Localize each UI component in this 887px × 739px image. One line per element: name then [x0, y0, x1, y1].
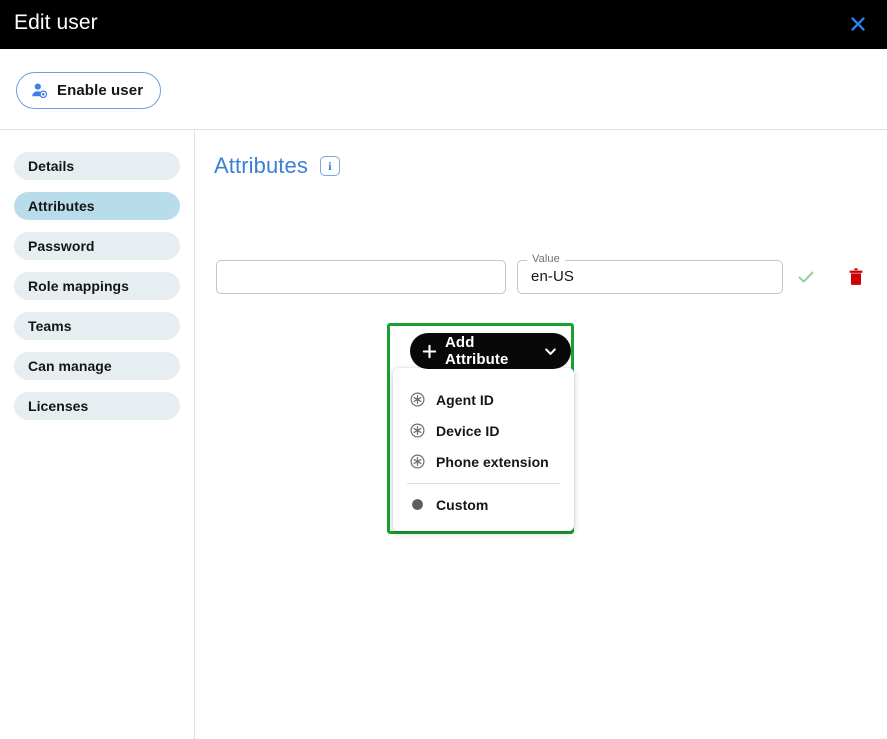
add-attribute-label: Add Attribute — [445, 334, 509, 368]
sidebar-item-role-mappings[interactable]: Role mappings — [14, 272, 180, 300]
sidebar-item-label: Password — [28, 238, 95, 254]
menu-item-label: Device ID — [436, 422, 500, 439]
info-icon-glyph: i — [328, 159, 332, 173]
sidebar-item-label: Role mappings — [28, 278, 129, 294]
chevron-down-icon — [543, 344, 558, 359]
sidebar-item-details[interactable]: Details — [14, 152, 180, 180]
menu-item-label: Phone extension — [436, 453, 549, 470]
info-icon[interactable]: i — [319, 156, 340, 176]
section-header: Attributes i — [214, 153, 340, 179]
menu-item-phone-extension[interactable]: Phone extension — [393, 446, 574, 477]
attribute-key-field[interactable] — [216, 260, 506, 294]
window-title: Edit user — [14, 11, 98, 34]
attribute-value-field[interactable]: Value en-US — [517, 253, 783, 294]
asterisk-circle-icon — [410, 392, 425, 407]
sidebar: Details Attributes Password Role mapping… — [0, 130, 194, 739]
add-attribute-highlight-box: Agent ID Device ID Phone extension Custo… — [387, 323, 574, 534]
menu-item-device-id[interactable]: Device ID — [393, 415, 574, 446]
enable-user-label: Enable user — [57, 82, 144, 99]
menu-item-custom[interactable]: Custom — [393, 489, 574, 520]
filled-circle-icon — [410, 497, 425, 512]
menu-separator — [407, 483, 560, 484]
check-icon — [798, 271, 814, 283]
sidebar-item-label: Attributes — [28, 198, 95, 214]
sidebar-item-password[interactable]: Password — [14, 232, 180, 260]
plus-icon — [422, 344, 437, 359]
confirm-attribute-button[interactable] — [793, 264, 819, 290]
attribute-value-text: en-US — [531, 268, 575, 285]
sidebar-item-teams[interactable]: Teams — [14, 312, 180, 340]
window-titlebar: Edit user — [0, 0, 887, 49]
menu-item-label: Agent ID — [436, 391, 494, 408]
sidebar-item-label: Details — [28, 158, 75, 174]
close-x-icon — [851, 17, 865, 31]
toolbar: Enable user — [0, 49, 887, 129]
sidebar-item-attributes[interactable]: Attributes — [14, 192, 180, 220]
attribute-value-legend: Value — [527, 253, 565, 265]
asterisk-circle-icon — [410, 454, 425, 469]
sidebar-item-label: Can manage — [28, 358, 112, 374]
delete-attribute-button[interactable] — [843, 264, 869, 290]
trash-icon — [849, 268, 863, 285]
sidebar-item-label: Licenses — [28, 398, 89, 414]
user-enable-icon — [31, 82, 48, 99]
sidebar-item-can-manage[interactable]: Can manage — [14, 352, 180, 380]
sidebar-item-licenses[interactable]: Licenses — [14, 392, 180, 420]
sidebar-item-label: Teams — [28, 318, 72, 334]
main-content: Attributes i Value en-US Agent ID Device… — [195, 130, 887, 739]
asterisk-circle-icon — [410, 423, 425, 438]
close-button[interactable] — [845, 11, 871, 37]
menu-item-agent-id[interactable]: Agent ID — [393, 384, 574, 415]
menu-item-label: Custom — [436, 496, 489, 513]
page-title: Attributes — [214, 153, 308, 178]
enable-user-button[interactable]: Enable user — [16, 72, 162, 109]
attribute-type-menu: Agent ID Device ID Phone extension Custo… — [393, 368, 574, 531]
add-attribute-button[interactable]: Add Attribute — [410, 333, 571, 369]
